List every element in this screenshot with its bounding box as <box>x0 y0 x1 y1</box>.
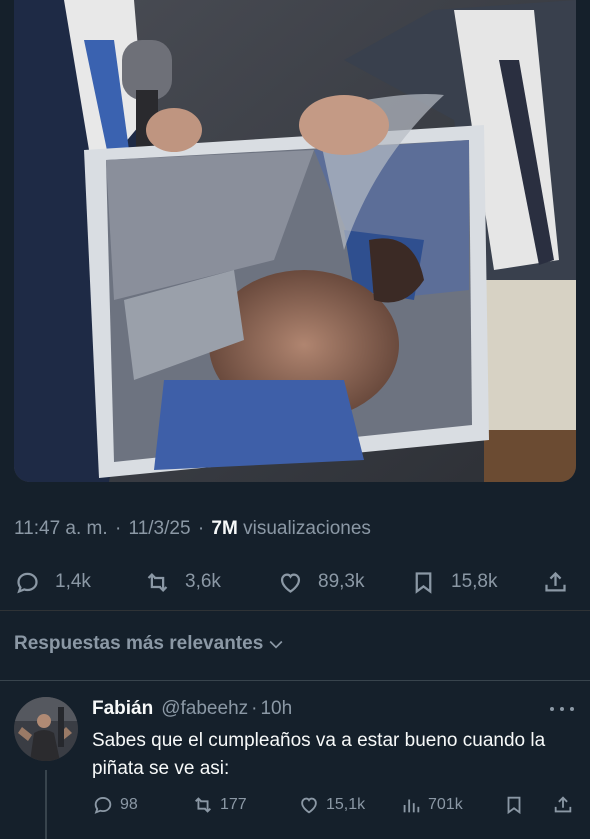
photo-image <box>14 0 576 482</box>
reply-like-count: 15,1k <box>326 796 366 813</box>
sort-label: Respuestas más relevantes <box>14 633 264 654</box>
reply-share-button[interactable] <box>552 792 574 818</box>
bar-chart-icon <box>403 799 420 813</box>
reply-count: 1,4k <box>55 571 91 592</box>
post-date: 11/3/25 <box>128 518 191 539</box>
repost-arrows-icon <box>147 572 168 592</box>
reply-button[interactable]: 1,4k <box>14 565 91 599</box>
bookmark-icon <box>507 796 521 815</box>
share-icon <box>554 796 572 813</box>
reply-bookmark-button[interactable] <box>503 792 525 818</box>
divider <box>0 680 590 681</box>
reply-repost-count: 177 <box>220 796 247 813</box>
meta-separator: · <box>197 518 205 539</box>
post-action-bar: 1,4k 3,6k 89,3k 15,8k <box>14 565 576 599</box>
reply-separator: · <box>251 698 258 719</box>
ellipsis-dot <box>570 707 574 711</box>
post-time: 11:47 a. m. <box>14 518 108 539</box>
avatar-image <box>14 697 78 761</box>
share-icon <box>545 571 566 591</box>
repost-button[interactable]: 3,6k <box>144 565 221 599</box>
chevron-down-icon <box>269 640 283 649</box>
reply-repost-button[interactable]: 177 <box>192 792 247 818</box>
reply-author-handle[interactable]: @fabeehz <box>161 698 248 720</box>
more-options-button[interactable] <box>550 702 574 716</box>
meta-separator: · <box>114 518 122 539</box>
post-media-photo[interactable] <box>14 0 576 482</box>
share-button[interactable] <box>542 565 569 599</box>
heart-icon <box>301 797 317 814</box>
reply-text: Sabes que el cumpleaños va a estar bueno… <box>92 730 546 779</box>
reply-reply-button[interactable]: 98 <box>92 792 138 818</box>
repost-arrows-icon <box>195 797 211 813</box>
reply-action-bar: 98 177 15,1k 701k <box>92 792 576 818</box>
bookmark-count: 15,8k <box>451 571 498 592</box>
thread-line <box>45 770 47 839</box>
reply-time[interactable]: 10h <box>260 698 292 720</box>
bookmark-button[interactable]: 15,8k <box>410 565 497 599</box>
views-label: visualizaciones <box>243 518 371 539</box>
reply-header: Fabián @fabeehz · 10h <box>92 697 292 721</box>
reply-reply-count: 98 <box>120 796 138 813</box>
views-count: 7M <box>211 518 238 539</box>
speech-bubble-icon <box>94 797 112 814</box>
ellipsis-dot <box>560 707 564 711</box>
divider <box>0 610 590 611</box>
reply-views-button[interactable]: 701k <box>400 792 463 818</box>
avatar[interactable] <box>14 697 78 761</box>
speech-bubble-icon <box>17 572 38 593</box>
replies-sort-selector[interactable]: Respuestas más relevantes <box>14 632 286 656</box>
reply-views-count: 701k <box>428 796 463 813</box>
heart-icon <box>280 572 301 593</box>
repost-count: 3,6k <box>185 571 221 592</box>
like-count: 89,3k <box>318 571 365 592</box>
like-button[interactable]: 89,3k <box>277 565 364 599</box>
reply-like-button[interactable]: 15,1k <box>298 792 365 818</box>
post-meta-row: 11:47 a. m. · 11/3/25 · 7M visualizacion… <box>14 518 371 540</box>
tweet-detail-page: 11:47 a. m. · 11/3/25 · 7M visualizacion… <box>0 0 590 839</box>
reply-author-name[interactable]: Fabián <box>92 698 153 720</box>
ellipsis-icon <box>550 707 554 711</box>
bookmark-icon <box>415 571 432 594</box>
